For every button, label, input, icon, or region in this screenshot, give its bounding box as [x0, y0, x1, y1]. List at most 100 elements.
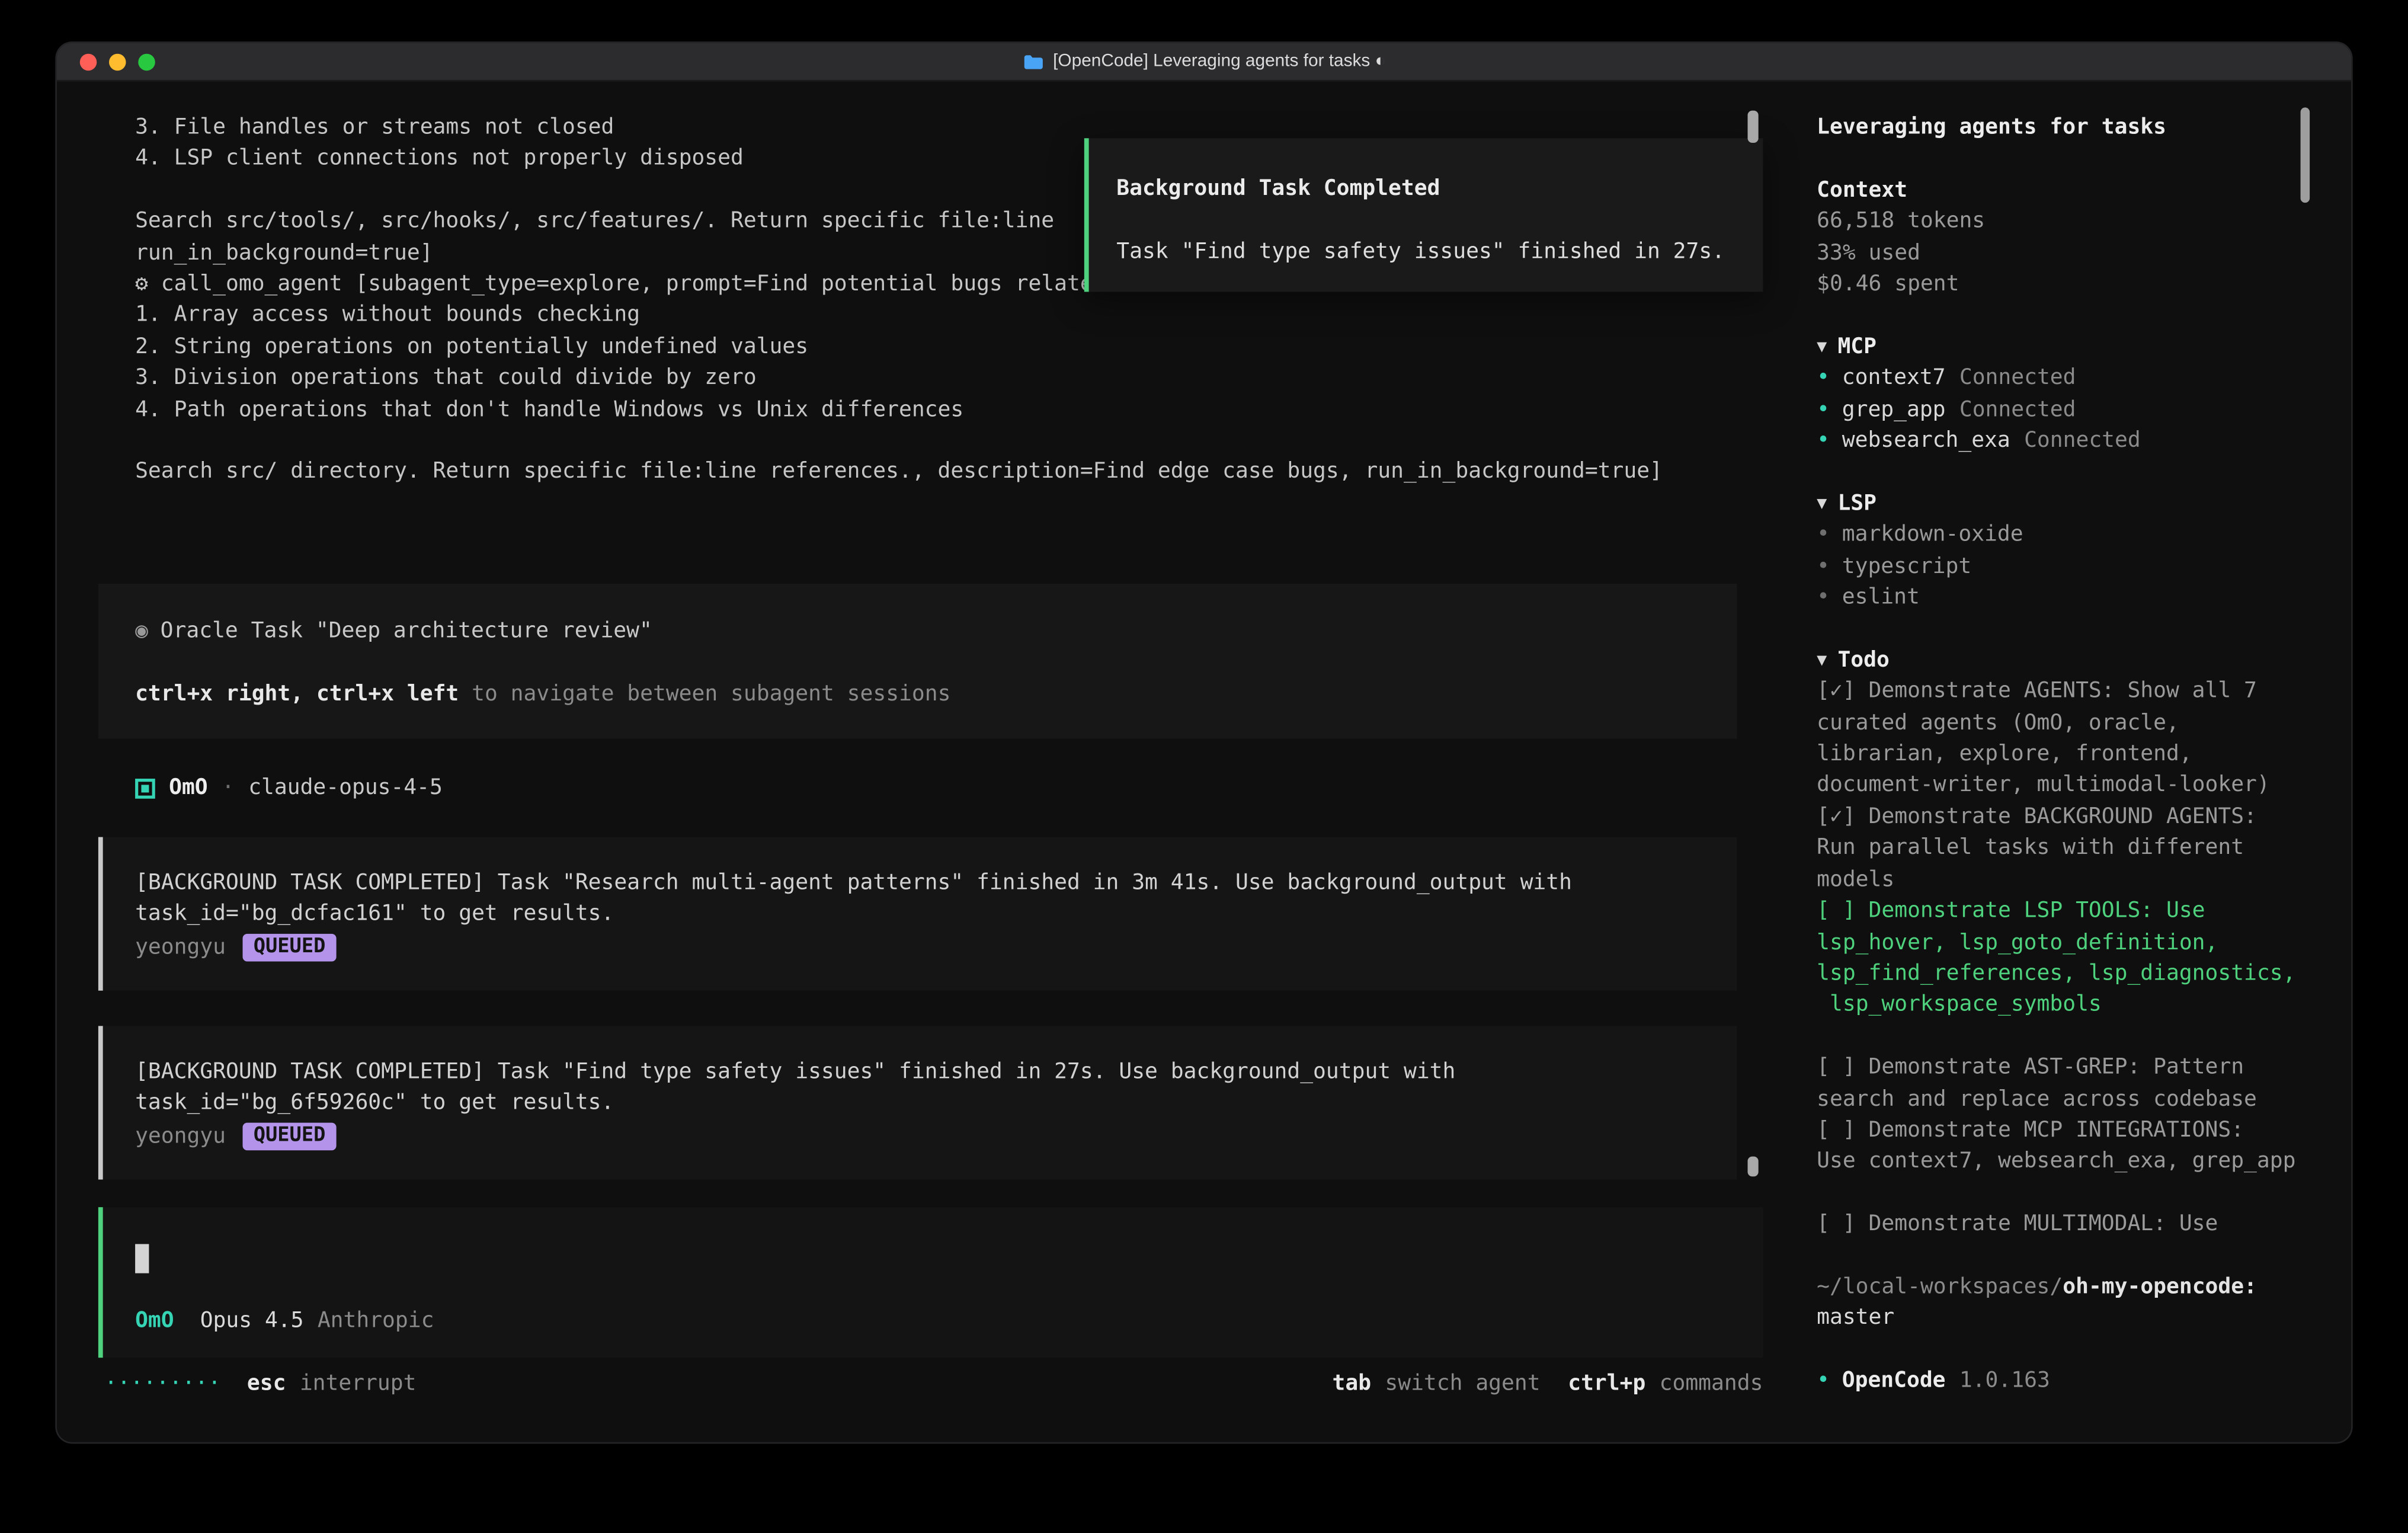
todo-item-done: [✓] Demonstrate AGENTS: Show all 7 curat… — [1817, 676, 2305, 802]
oracle-task-panel: ◉Oracle Task "Deep architecture review" … — [98, 584, 1737, 739]
mcp-status: Connected — [1959, 394, 2076, 425]
agent-header: OmO · claude-opus-4-5 — [135, 773, 443, 804]
mcp-status: Connected — [1959, 363, 2076, 394]
toast-body: Task "Find type safety issues" finished … — [1116, 236, 1741, 268]
subagent-nav-hint: ctrl+x right, ctrl+x left to navigate be… — [135, 679, 1712, 710]
message-card: [BACKGROUND TASK COMPLETED] Task "Resear… — [98, 837, 1737, 991]
context-heading: Context — [1817, 175, 2305, 206]
message-meta: yeongyu QUEUED — [135, 932, 1712, 964]
message-body: [BACKGROUND TASK COMPLETED] Task "Resear… — [135, 868, 1712, 930]
workspace-path: ~/local-workspaces/oh-my-opencode: — [1817, 1272, 2305, 1303]
input-model-name: Opus 4.5 — [200, 1305, 304, 1337]
message-author: yeongyu — [135, 932, 226, 964]
mcp-section-header[interactable]: ▼ MCP — [1817, 331, 2305, 363]
esc-key-hint: esc — [247, 1368, 286, 1399]
bullet-icon: • — [1817, 425, 1830, 457]
message-body: [BACKGROUND TASK COMPLETED] Task "Find t… — [135, 1057, 1712, 1119]
minimize-button[interactable] — [109, 54, 126, 71]
oracle-title: ◉ Oracle Task "Deep architecture review" — [135, 616, 1712, 647]
interrupt-label: interrupt — [300, 1368, 417, 1399]
todo-item-pending: [ ] Demonstrate MULTIMODAL: Use — [1817, 1209, 2305, 1240]
traffic-lights — [80, 54, 155, 71]
scrollbar-thumb[interactable] — [1748, 111, 1759, 143]
todo-section-header[interactable]: ▼ Todo — [1817, 645, 2305, 676]
desktop: [OpenCode] Leveraging agents for tasks ◐… — [0, 0, 2408, 1533]
workspace-dir: ~/local-workspaces/ — [1817, 1275, 2063, 1299]
text-cursor — [135, 1244, 149, 1273]
lsp-label: LSP — [1837, 488, 1877, 520]
mcp-name: context7 — [1842, 363, 1946, 394]
repo-name: oh-my-opencode: — [2063, 1275, 2257, 1299]
folder-icon — [1022, 53, 1043, 70]
input-agent-name: OmO — [135, 1305, 174, 1337]
sidebar-scrollbar-thumb[interactable] — [2301, 107, 2310, 203]
toast-title: Background Task Completed — [1116, 174, 1741, 205]
record-icon: ◉ — [135, 619, 148, 644]
bullet-icon: • — [1817, 1365, 1830, 1397]
terminal-window: [OpenCode] Leveraging agents for tasks ◐… — [57, 43, 2351, 1442]
ctrl-x-right-key: ctrl+x right, — [135, 681, 303, 706]
spinner-dots: ········· — [104, 1368, 221, 1399]
background-task-toast: Background Task Completed Task "Find typ… — [1084, 138, 1763, 292]
mcp-name: websearch_exa — [1842, 425, 2010, 457]
app-name: OpenCode — [1842, 1365, 1946, 1397]
close-button[interactable] — [80, 54, 97, 71]
lsp-item: • typescript — [1817, 551, 2305, 583]
bullet-icon: • — [1817, 551, 1830, 583]
status-bar: ········· esc interrupt tab switch agent… — [104, 1368, 1763, 1399]
oracle-title-text: Oracle Task "Deep architecture review" — [161, 619, 652, 644]
zoom-button[interactable] — [138, 54, 155, 71]
input-provider-name: Anthropic — [318, 1305, 434, 1337]
app-version: 1.0.163 — [1959, 1365, 2050, 1397]
lsp-name: eslint — [1842, 582, 1920, 613]
todo-item-pending: [ ] Demonstrate AST-GREP: Pattern search… — [1817, 1052, 2305, 1115]
tab-key-hint: tab — [1333, 1368, 1372, 1399]
ctrl-p-key-hint: ctrl+p — [1568, 1368, 1645, 1399]
context-stats: 66,518 tokens 33% used $0.46 spent — [1817, 206, 2305, 300]
mcp-item: • websearch_exa Connected — [1817, 425, 2305, 457]
message-meta: yeongyu QUEUED — [135, 1121, 1712, 1153]
message-card: [BACKGROUND TASK COMPLETED] Task "Find t… — [98, 1026, 1737, 1179]
todo-label: Todo — [1837, 645, 1889, 676]
message-author: yeongyu — [135, 1121, 226, 1153]
bullet-icon: • — [1817, 394, 1830, 425]
titlebar: [OpenCode] Leveraging agents for tasks ◐ — [57, 43, 2351, 82]
todo-item-pending: [ ] Demonstrate MCP INTEGRATIONS: Use co… — [1817, 1115, 2305, 1177]
hint-text: to navigate between subagent sessions — [472, 681, 950, 706]
todo-item-active: [ ] Demonstrate LSP TOOLS: Use lsp_hover… — [1817, 895, 2305, 1021]
bullet-icon: • — [1817, 582, 1830, 613]
branch-name: master — [1817, 1303, 2305, 1334]
mcp-status: Connected — [2024, 425, 2141, 457]
lsp-section-header[interactable]: ▼ LSP — [1817, 488, 2305, 520]
version-footer: • OpenCode 1.0.163 — [1817, 1365, 2305, 1397]
agent-name: OmO — [169, 773, 208, 804]
agent-square-icon — [135, 778, 155, 798]
separator-dot: · — [222, 773, 235, 804]
ctrl-x-left-key: ctrl+x left — [316, 681, 459, 706]
session-title: Leveraging agents for tasks — [1817, 112, 2305, 143]
mcp-item: • grep_app Connected — [1817, 394, 2305, 425]
chevron-down-icon: ▼ — [1817, 331, 1827, 363]
bullet-icon: • — [1817, 363, 1830, 394]
mcp-item: • context7 Connected — [1817, 363, 2305, 394]
bullet-icon: • — [1817, 520, 1830, 551]
queued-badge: QUEUED — [243, 934, 337, 962]
window-title: [OpenCode] Leveraging agents for tasks ◐ — [1053, 52, 1385, 71]
lsp-name: markdown-oxide — [1842, 520, 2023, 551]
window-title-area: [OpenCode] Leveraging agents for tasks ◐ — [1022, 52, 1385, 71]
lsp-item: • markdown-oxide — [1817, 520, 2305, 551]
chevron-down-icon: ▼ — [1817, 488, 1827, 520]
model-line: OmO Opus 4.5 Anthropic — [135, 1305, 1763, 1337]
commands-label: commands — [1660, 1368, 1763, 1399]
queued-badge: QUEUED — [243, 1123, 337, 1151]
todo-item-done: [✓] Demonstrate BACKGROUND AGENTS: Run p… — [1817, 802, 2305, 896]
session-sidebar: Leveraging agents for tasks Context 66,5… — [1794, 81, 2351, 1442]
scrollbar-thumb[interactable] — [1748, 1157, 1759, 1177]
lsp-item: • eslint — [1817, 582, 2305, 613]
chevron-down-icon: ▼ — [1817, 645, 1827, 676]
mcp-name: grep_app — [1842, 394, 1946, 425]
prompt-input[interactable]: OmO Opus 4.5 Anthropic — [98, 1207, 1763, 1358]
agent-model: claude-opus-4-5 — [248, 773, 443, 804]
lsp-name: typescript — [1842, 551, 1971, 583]
switch-agent-label: switch agent — [1385, 1368, 1540, 1399]
